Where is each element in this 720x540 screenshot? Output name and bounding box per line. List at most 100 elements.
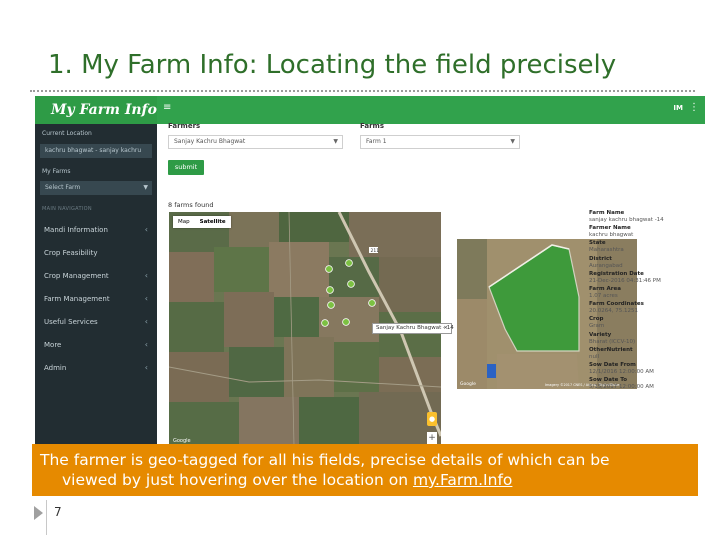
slide-number: 7 [54,505,62,519]
close-icon[interactable]: × [443,324,448,333]
sidebar: My Farm Info Current Location kachru bha… [35,96,157,446]
zoom-in-button[interactable]: + [427,432,437,444]
sidebar-item-label: More [44,341,62,349]
map-tab-satellite[interactable]: Satellite [195,216,231,228]
detail-key: Sow Date From [589,361,636,368]
chevron-left-icon: ‹ [144,294,148,303]
sidebar-item-label: Crop Management [44,272,109,280]
menu-icon[interactable]: ≡ [163,102,171,113]
map-tooltip-text: Sanjay Kachru Bhagwat - 14 [376,325,454,331]
sidebar-item-label: Mandi Information [44,226,108,234]
detail-key: Farm Coordinates [589,301,644,308]
detail-row: District Aurangabad [589,256,705,271]
caption-line-2: viewed by just hovering over the locatio… [40,470,694,490]
sidebar-item-crop-feasibility[interactable]: Crop Feasibility [35,242,157,264]
caret-down-icon: ▼ [510,138,515,145]
sidebar-item-label: Useful Services [44,318,98,326]
farmers-label: Farmers [168,122,201,130]
detail-key: State [589,240,606,247]
detail-value: 21-Dec-2016 04:31:46 PM [589,277,661,284]
chevron-left-icon: ‹ [144,340,148,349]
chevron-left-icon: ‹ [144,363,148,372]
detail-key: District [589,255,612,262]
sidebar-item-farm-management[interactable]: Farm Management ‹ [35,288,157,310]
sidebar-item-more[interactable]: More ‹ [35,334,157,356]
sidebar-item-crop-management[interactable]: Crop Management ‹ [35,265,157,287]
caption-line-1: The farmer is geo-tagged for all his fie… [40,451,610,469]
detail-row: Farm Area 1.07 acres [589,286,705,301]
sidebar-item-useful-services[interactable]: Useful Services ‹ [35,311,157,333]
map-marker[interactable] [321,319,329,327]
chevron-left-icon: ‹ [144,317,148,326]
map-marker[interactable] [345,259,353,267]
current-location-label: Current Location [42,130,92,137]
detail-value: 12/1/2016 12:00:00 AM [589,368,654,375]
road-label: 211 [371,248,380,254]
footer-divider [46,500,47,535]
farms-select[interactable]: Farm 1 ▼ [360,135,520,149]
farms-found-count: 8 farms found [168,201,214,209]
current-location-value: kachru bhagwat - sanjay kachru [45,147,142,154]
detail-key: Farmer Name [589,225,631,232]
detail-key: Farm Area [589,285,621,292]
caption-line-2-text: viewed by just hovering over the locatio… [62,471,413,489]
my-farms-select[interactable]: Select Farm ▼ [40,181,152,195]
detail-value: Bharat (ICCV-10) [589,338,636,345]
sidebar-item-label: Crop Feasibility [44,249,98,257]
user-menu[interactable]: IM [673,104,683,112]
main-navigation-header: MAIN NAVIGATION [42,206,92,212]
detail-row: Sow Date To 5/15/2017 12:00:00 AM [589,377,705,392]
chevron-left-icon: ‹ [144,271,148,280]
current-location-field[interactable]: kachru bhagwat - sanjay kachru [40,144,152,158]
my-farms-label: My Farms [42,168,71,175]
title-divider [30,90,695,92]
my-farms-value: Select Farm [45,184,81,191]
detail-value: Gram [589,323,605,330]
map-type-control: Map Satellite [173,216,231,228]
detail-value: sanjay kachru bhagwat -14 [589,217,664,223]
farmers-select[interactable]: Sanjay Kachru Bhagwat ▼ [168,135,343,149]
detail-value: 1.07 acres [589,292,618,299]
more-vertical-icon[interactable]: ⋮ [689,102,699,113]
caption-banner: The farmer is geo-tagged for all his fie… [32,444,698,496]
detail-value: 20.0264, 75.1251 [589,308,638,315]
detail-value: 5/15/2017 12:00:00 AM [589,384,654,391]
map-marker[interactable] [325,265,333,273]
detail-key: Sow Date To [589,377,628,384]
street-view-pegman-icon[interactable]: ● [427,412,437,426]
map-marker[interactable] [342,318,350,326]
detail-key: Registration Date [589,270,644,277]
farms-label: Farms [360,122,385,130]
map-marker[interactable] [368,299,376,307]
top-navbar: ≡ IM ⋮ [157,96,705,124]
map-marker[interactable] [326,286,334,294]
detail-row: Farm Name sanjay kachru bhagwat -14 [589,210,705,225]
detail-value: null [589,353,600,360]
farm-details-panel: Farm Name sanjay kachru bhagwat -14 Farm… [589,210,705,392]
detail-key: OtherNutrient [589,346,633,353]
map-tab-map[interactable]: Map [173,216,195,228]
detail-row: OtherNutrient null [589,347,705,362]
detail-key: Farm Name [589,210,625,216]
detail-row: State Maharashtra [589,240,705,255]
submit-button[interactable]: submit [168,160,204,175]
map-marker[interactable] [327,301,335,309]
detail-row: Crop Gram [589,316,705,331]
myfarminfo-link[interactable]: my.Farm.Info [413,471,512,489]
sidebar-item-label: Admin [44,364,67,372]
brand-logo[interactable]: My Farm Info [35,96,157,124]
map-tooltip: Sanjay Kachru Bhagwat - 14 × [372,323,454,334]
building-roof [487,364,496,378]
detail-value: Aurangabad [589,262,623,269]
chevron-left-icon: ‹ [144,225,148,234]
detail-row: Farm Coordinates 20.0264, 75.1251 [589,301,705,316]
detail-row: Farmer Name kachru bhagwat [589,225,705,240]
google-logo: Google [460,381,476,387]
detail-key: Variety [589,331,612,338]
caret-down-icon: ▼ [333,138,338,145]
farms-select-value: Farm 1 [366,138,387,145]
detail-row: Variety Bharat (ICCV-10) [589,332,705,347]
sidebar-item-admin[interactable]: Admin ‹ [35,357,157,379]
sidebar-item-mandi-information[interactable]: Mandi Information ‹ [35,219,157,241]
map-marker[interactable] [347,280,355,288]
